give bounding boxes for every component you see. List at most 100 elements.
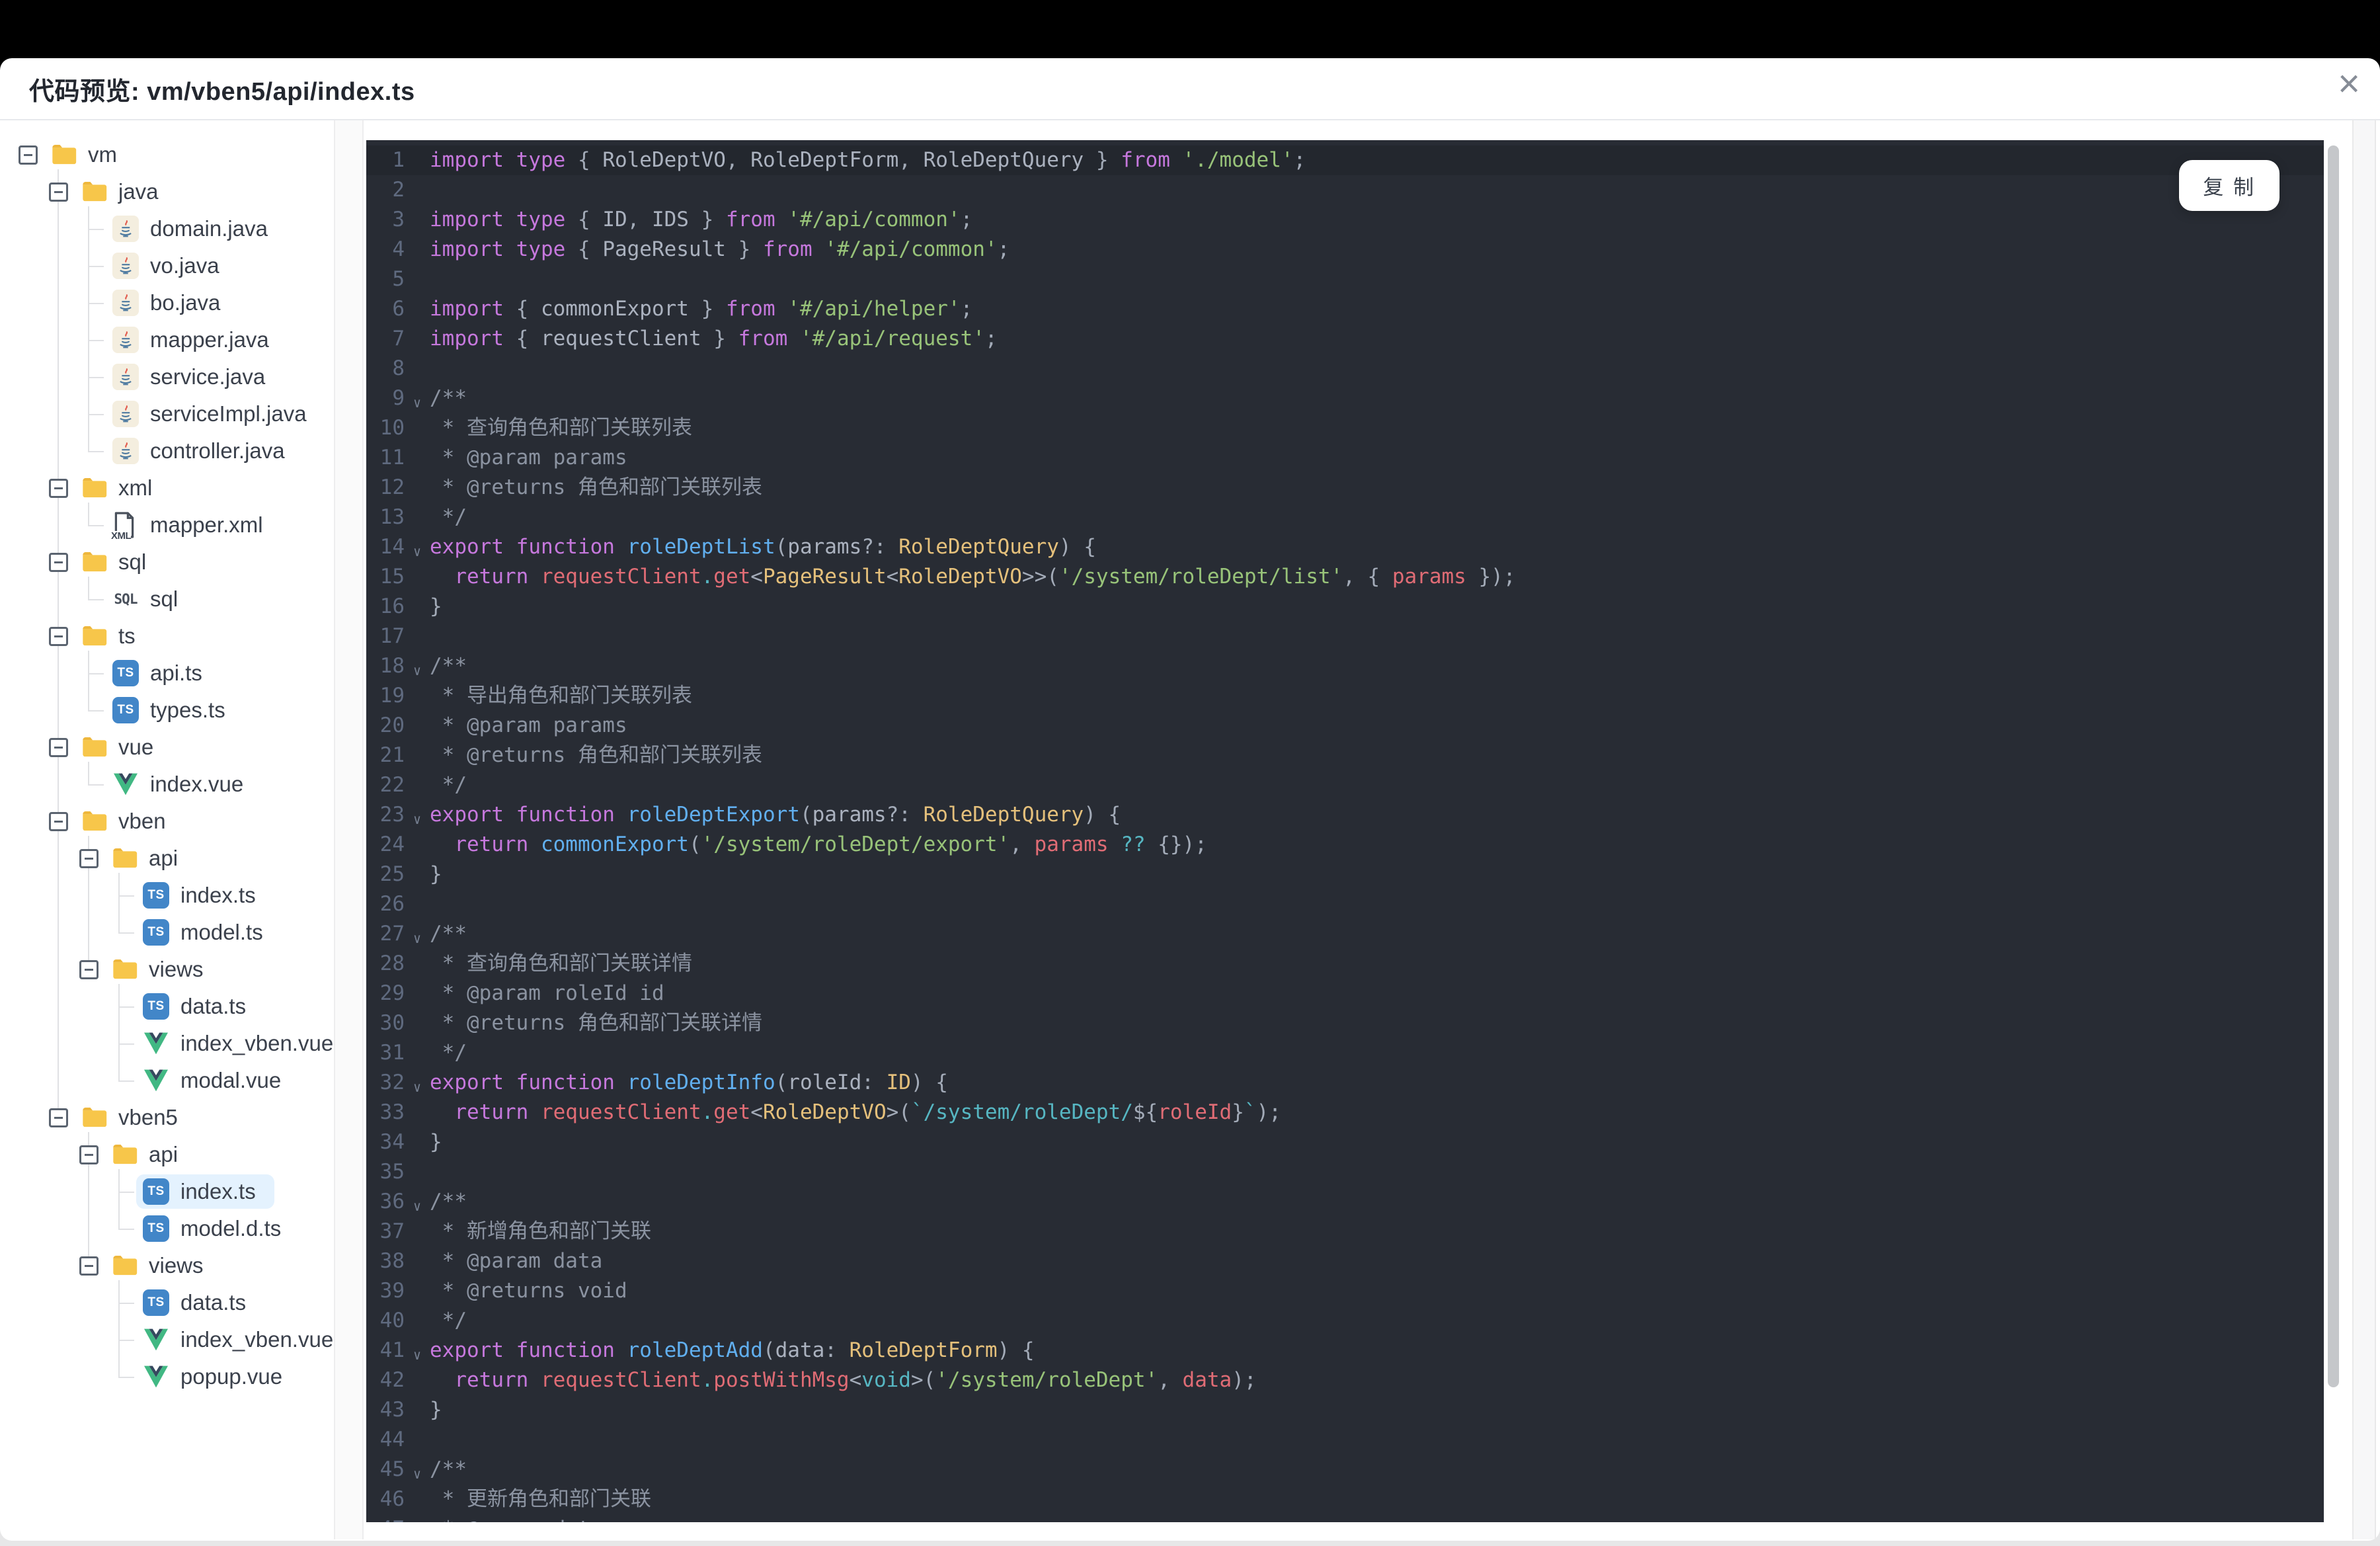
folder-icon xyxy=(113,1145,138,1164)
tree-folder-api[interactable]: api xyxy=(0,840,334,877)
tree-file-data.ts[interactable]: TS data.ts xyxy=(0,988,334,1025)
copy-button[interactable]: 复 制 xyxy=(2179,160,2280,211)
tree-file-domain.java[interactable]: domain.java xyxy=(0,210,334,247)
code-line: 4 import type { PageResult } from '#/api/… xyxy=(366,235,2324,264)
collapse-expander-icon[interactable] xyxy=(49,811,68,831)
fold-chevron-icon[interactable]: ∨ xyxy=(405,656,430,686)
collapse-expander-icon[interactable] xyxy=(49,478,68,498)
tree-item-label: sql xyxy=(150,587,178,611)
tree-folder-vue[interactable]: vue xyxy=(0,729,334,766)
fold-gutter xyxy=(405,477,430,507)
tree-folder-vm[interactable]: vm xyxy=(0,136,334,173)
tree-folder-ts[interactable]: ts xyxy=(0,618,334,655)
collapse-expander-icon[interactable] xyxy=(19,145,38,165)
tree-item-label: data.ts xyxy=(180,994,247,1018)
tree-file-service.java[interactable]: service.java xyxy=(0,358,334,395)
collapse-expander-icon[interactable] xyxy=(49,1108,68,1127)
tree-file-serviceImpl.java[interactable]: serviceImpl.java xyxy=(0,395,334,432)
tree-folder-vben[interactable]: vben xyxy=(0,803,334,840)
tree-file-mapper.xml[interactable]: XML mapper.xml xyxy=(0,507,334,544)
tree-file-modal.vue[interactable]: modal.vue xyxy=(0,1062,334,1099)
tree-folder-xml[interactable]: xml xyxy=(0,469,334,507)
line-number: 16 xyxy=(379,594,405,618)
tree-file-popup.vue[interactable]: popup.vue xyxy=(0,1358,334,1395)
tree-folder-views[interactable]: views xyxy=(0,951,334,988)
tree-folder-java[interactable]: java xyxy=(0,173,334,210)
line-number: 14 xyxy=(379,535,405,559)
fold-gutter xyxy=(405,1370,430,1400)
tree-file-types.ts[interactable]: TS types.ts xyxy=(0,692,334,729)
line-number: 10 xyxy=(379,416,405,440)
tree-folder-sql[interactable]: sql xyxy=(0,544,334,581)
collapse-expander-icon[interactable] xyxy=(49,737,68,757)
tree-item-label: index.ts xyxy=(180,883,256,907)
code-line: 2 xyxy=(366,175,2324,205)
tree-file-controller.java[interactable]: controller.java xyxy=(0,432,334,469)
folder-icon xyxy=(113,1256,138,1276)
java-file-icon xyxy=(112,438,139,464)
fold-chevron-icon[interactable]: ∨ xyxy=(405,388,430,418)
code-line: 29 * @param roleId id xyxy=(366,979,2324,1008)
typescript-file-icon: TS xyxy=(112,697,139,723)
collapse-expander-icon[interactable] xyxy=(49,626,68,646)
tree-item-label: index.vue xyxy=(150,772,244,796)
code-line: 24 return commonExport('/system/roleDept… xyxy=(366,830,2324,860)
collapse-expander-icon[interactable] xyxy=(79,1145,99,1164)
code-scrollbar-thumb[interactable] xyxy=(2328,145,2339,1387)
tree-file-index_vben.vue[interactable]: index_vben.vue xyxy=(0,1321,334,1358)
java-file-icon xyxy=(112,364,139,390)
line-number: 19 xyxy=(379,684,405,708)
fold-chevron-icon[interactable]: ∨ xyxy=(405,1459,430,1489)
tree-file-index_vben.vue[interactable]: index_vben.vue xyxy=(0,1025,334,1062)
tree-file-model.ts[interactable]: TS model.ts xyxy=(0,914,334,951)
tree-file-sql[interactable]: SQL sql xyxy=(0,581,334,618)
code-line: 43} xyxy=(366,1395,2324,1425)
fold-chevron-icon[interactable]: ∨ xyxy=(405,1192,430,1221)
tree-item-label: service.java xyxy=(150,364,266,389)
tree-item-label: types.ts xyxy=(150,698,225,722)
collapse-expander-icon[interactable] xyxy=(79,959,99,979)
tree-item-label: popup.vue xyxy=(180,1364,283,1389)
code-line: 15 return requestClient.get<PageResult<R… xyxy=(366,562,2324,592)
code-line: 45 ∨/** xyxy=(366,1455,2324,1485)
tree-scrollbar-track[interactable] xyxy=(334,120,364,1539)
tree-file-vo.java[interactable]: vo.java xyxy=(0,247,334,284)
fold-gutter xyxy=(405,834,430,864)
xml-file-icon: XML xyxy=(111,510,139,541)
tree-file-data.ts[interactable]: TS data.ts xyxy=(0,1284,334,1321)
tree-file-bo.java[interactable]: bo.java xyxy=(0,284,334,321)
line-number: 2 xyxy=(392,178,405,202)
close-icon[interactable]: × xyxy=(2338,65,2360,103)
tree-file-model.d.ts[interactable]: TS model.d.ts xyxy=(0,1210,334,1247)
tree-file-index.vue[interactable]: index.vue xyxy=(0,766,334,803)
code-line: 27 ∨/** xyxy=(366,919,2324,949)
collapse-expander-icon[interactable] xyxy=(49,182,68,202)
line-number: 17 xyxy=(379,624,405,648)
tree-file-index.ts[interactable]: TS index.ts xyxy=(0,877,334,914)
fold-gutter xyxy=(405,150,430,180)
fold-gutter xyxy=(405,864,430,894)
screen: 代码预览: vm/vben5/api/index.ts × vm java doma… xyxy=(0,0,2380,1546)
fold-chevron-icon[interactable]: ∨ xyxy=(405,537,430,567)
code-line: 35 xyxy=(366,1157,2324,1187)
fold-chevron-icon[interactable]: ∨ xyxy=(405,1073,430,1102)
tree-file-mapper.java[interactable]: mapper.java xyxy=(0,321,334,358)
tree-folder-vben5[interactable]: vben5 xyxy=(0,1099,334,1136)
page-scrollbar-track[interactable] xyxy=(2352,120,2376,1539)
collapse-expander-icon[interactable] xyxy=(79,848,99,868)
tree-file-api.ts[interactable]: TS api.ts xyxy=(0,655,334,692)
code-line: 21 * @returns 角色和部门关联列表 xyxy=(366,741,2324,770)
tree-folder-views[interactable]: views xyxy=(0,1247,334,1284)
fold-chevron-icon[interactable]: ∨ xyxy=(405,924,430,954)
fold-chevron-icon[interactable]: ∨ xyxy=(405,1340,430,1370)
folder-icon xyxy=(113,959,138,979)
collapse-expander-icon[interactable] xyxy=(49,552,68,572)
fold-gutter xyxy=(405,1311,430,1340)
collapse-expander-icon[interactable] xyxy=(79,1256,99,1276)
tree-folder-api[interactable]: api xyxy=(0,1136,334,1173)
tree-file-index.ts[interactable]: TS index.ts xyxy=(0,1173,334,1210)
fold-gutter xyxy=(405,775,430,805)
fold-chevron-icon[interactable]: ∨ xyxy=(405,805,430,834)
code-line: 22 */ xyxy=(366,770,2324,800)
fold-gutter xyxy=(405,1489,430,1519)
